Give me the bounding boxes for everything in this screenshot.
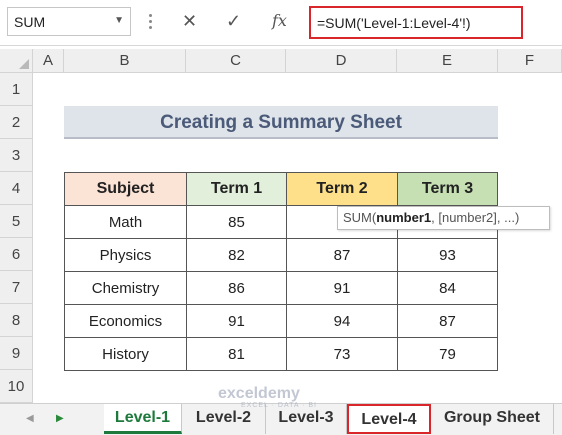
function-tooltip: SUM(number1, [number2], ...) (337, 206, 550, 230)
formula-bar: SUM ▼ ✕ ✓ fx =SUM('Level-1:Level-4'!) (0, 0, 562, 46)
enter-icon[interactable]: ✓ (226, 11, 241, 32)
row-header-9[interactable]: 9 (0, 337, 33, 370)
chevron-down-icon[interactable]: ▼ (114, 15, 124, 26)
column-header-f[interactable]: F (498, 49, 562, 73)
row-header-10[interactable]: 10 (0, 370, 33, 403)
scroll-right-icon[interactable]: ▶ (56, 413, 64, 424)
table-cell[interactable]: 85 (186, 205, 287, 239)
table-cell[interactable]: Physics (64, 238, 187, 272)
name-box-value: SUM (14, 14, 46, 30)
table-cell[interactable]: 81 (186, 337, 287, 371)
row-header-1[interactable]: 1 (0, 73, 33, 106)
row-header-4[interactable]: 4 (0, 172, 33, 205)
formula-input[interactable]: =SUM('Level-1:Level-4'!) (309, 6, 523, 39)
table-row: Chemistry 86 91 84 (64, 271, 498, 305)
table-cell[interactable]: 82 (186, 238, 287, 272)
formula-text: =SUM('Level-1:Level-4'!) (317, 15, 471, 31)
column-header-e[interactable]: E (397, 49, 498, 73)
column-header-a[interactable]: A (33, 49, 64, 73)
formula-tools: ✕ ✓ fx (170, 7, 305, 36)
row-header-5[interactable]: 5 (0, 205, 33, 238)
row-header-8[interactable]: 8 (0, 304, 33, 337)
column-header-b[interactable]: B (64, 49, 186, 73)
table-header-row: Subject Term 1 Term 2 Term 3 (64, 172, 498, 206)
table-row: Economics 91 94 87 (64, 304, 498, 338)
name-box[interactable]: SUM ▼ (7, 7, 131, 36)
table-cell[interactable]: 84 (397, 271, 498, 305)
column-header-d[interactable]: D (286, 49, 397, 73)
row-header-7[interactable]: 7 (0, 271, 33, 304)
table-cell[interactable]: Math (64, 205, 187, 239)
watermark-logo: exceldemy (218, 385, 300, 402)
sheet-tab-level-1[interactable]: Level-1 (104, 404, 182, 434)
header-term-1[interactable]: Term 1 (186, 172, 287, 206)
table-cell[interactable]: 94 (286, 304, 398, 338)
cancel-icon[interactable]: ✕ (182, 11, 197, 32)
scroll-left-icon[interactable]: ◀ (26, 413, 34, 424)
row-header-2[interactable]: 2 (0, 106, 33, 139)
header-term-2[interactable]: Term 2 (286, 172, 398, 206)
tooltip-rest: , [number2], ...) (431, 210, 520, 225)
table-cell[interactable]: 91 (186, 304, 287, 338)
tooltip-function[interactable]: SUM( (343, 210, 376, 225)
tooltip-current-arg[interactable]: number1 (376, 210, 431, 225)
table-cell[interactable]: 87 (397, 304, 498, 338)
table-cell[interactable]: History (64, 337, 187, 371)
table-cell[interactable]: Economics (64, 304, 187, 338)
table-cell[interactable]: 93 (397, 238, 498, 272)
table-row: Physics 82 87 93 (64, 238, 498, 272)
table-cell[interactable]: 79 (397, 337, 498, 371)
table-cell[interactable]: 86 (186, 271, 287, 305)
sheet-tab-group-sheet[interactable]: Group Sheet (431, 404, 554, 434)
row-header-3[interactable]: 3 (0, 139, 33, 172)
table-cell[interactable]: 91 (286, 271, 398, 305)
table-cell[interactable]: 87 (286, 238, 398, 272)
header-subject[interactable]: Subject (64, 172, 187, 206)
table-cell[interactable]: Chemistry (64, 271, 187, 305)
table-cell[interactable]: 73 (286, 337, 398, 371)
header-term-3[interactable]: Term 3 (397, 172, 498, 206)
watermark-tagline: EXCEL · DATA · BI (241, 402, 317, 409)
row-header-6[interactable]: 6 (0, 238, 33, 271)
sheet-tab-level-4[interactable]: Level-4 (347, 404, 431, 434)
sheet-title: Creating a Summary Sheet (64, 106, 498, 139)
function-icon[interactable]: fx (272, 11, 287, 30)
summary-table: Subject Term 1 Term 2 Term 3 Math 85 9 P… (64, 172, 498, 371)
select-all-corner[interactable] (0, 49, 33, 73)
column-header-c[interactable]: C (186, 49, 286, 73)
table-row: History 81 73 79 (64, 337, 498, 371)
drag-handle-icon[interactable] (145, 10, 157, 34)
